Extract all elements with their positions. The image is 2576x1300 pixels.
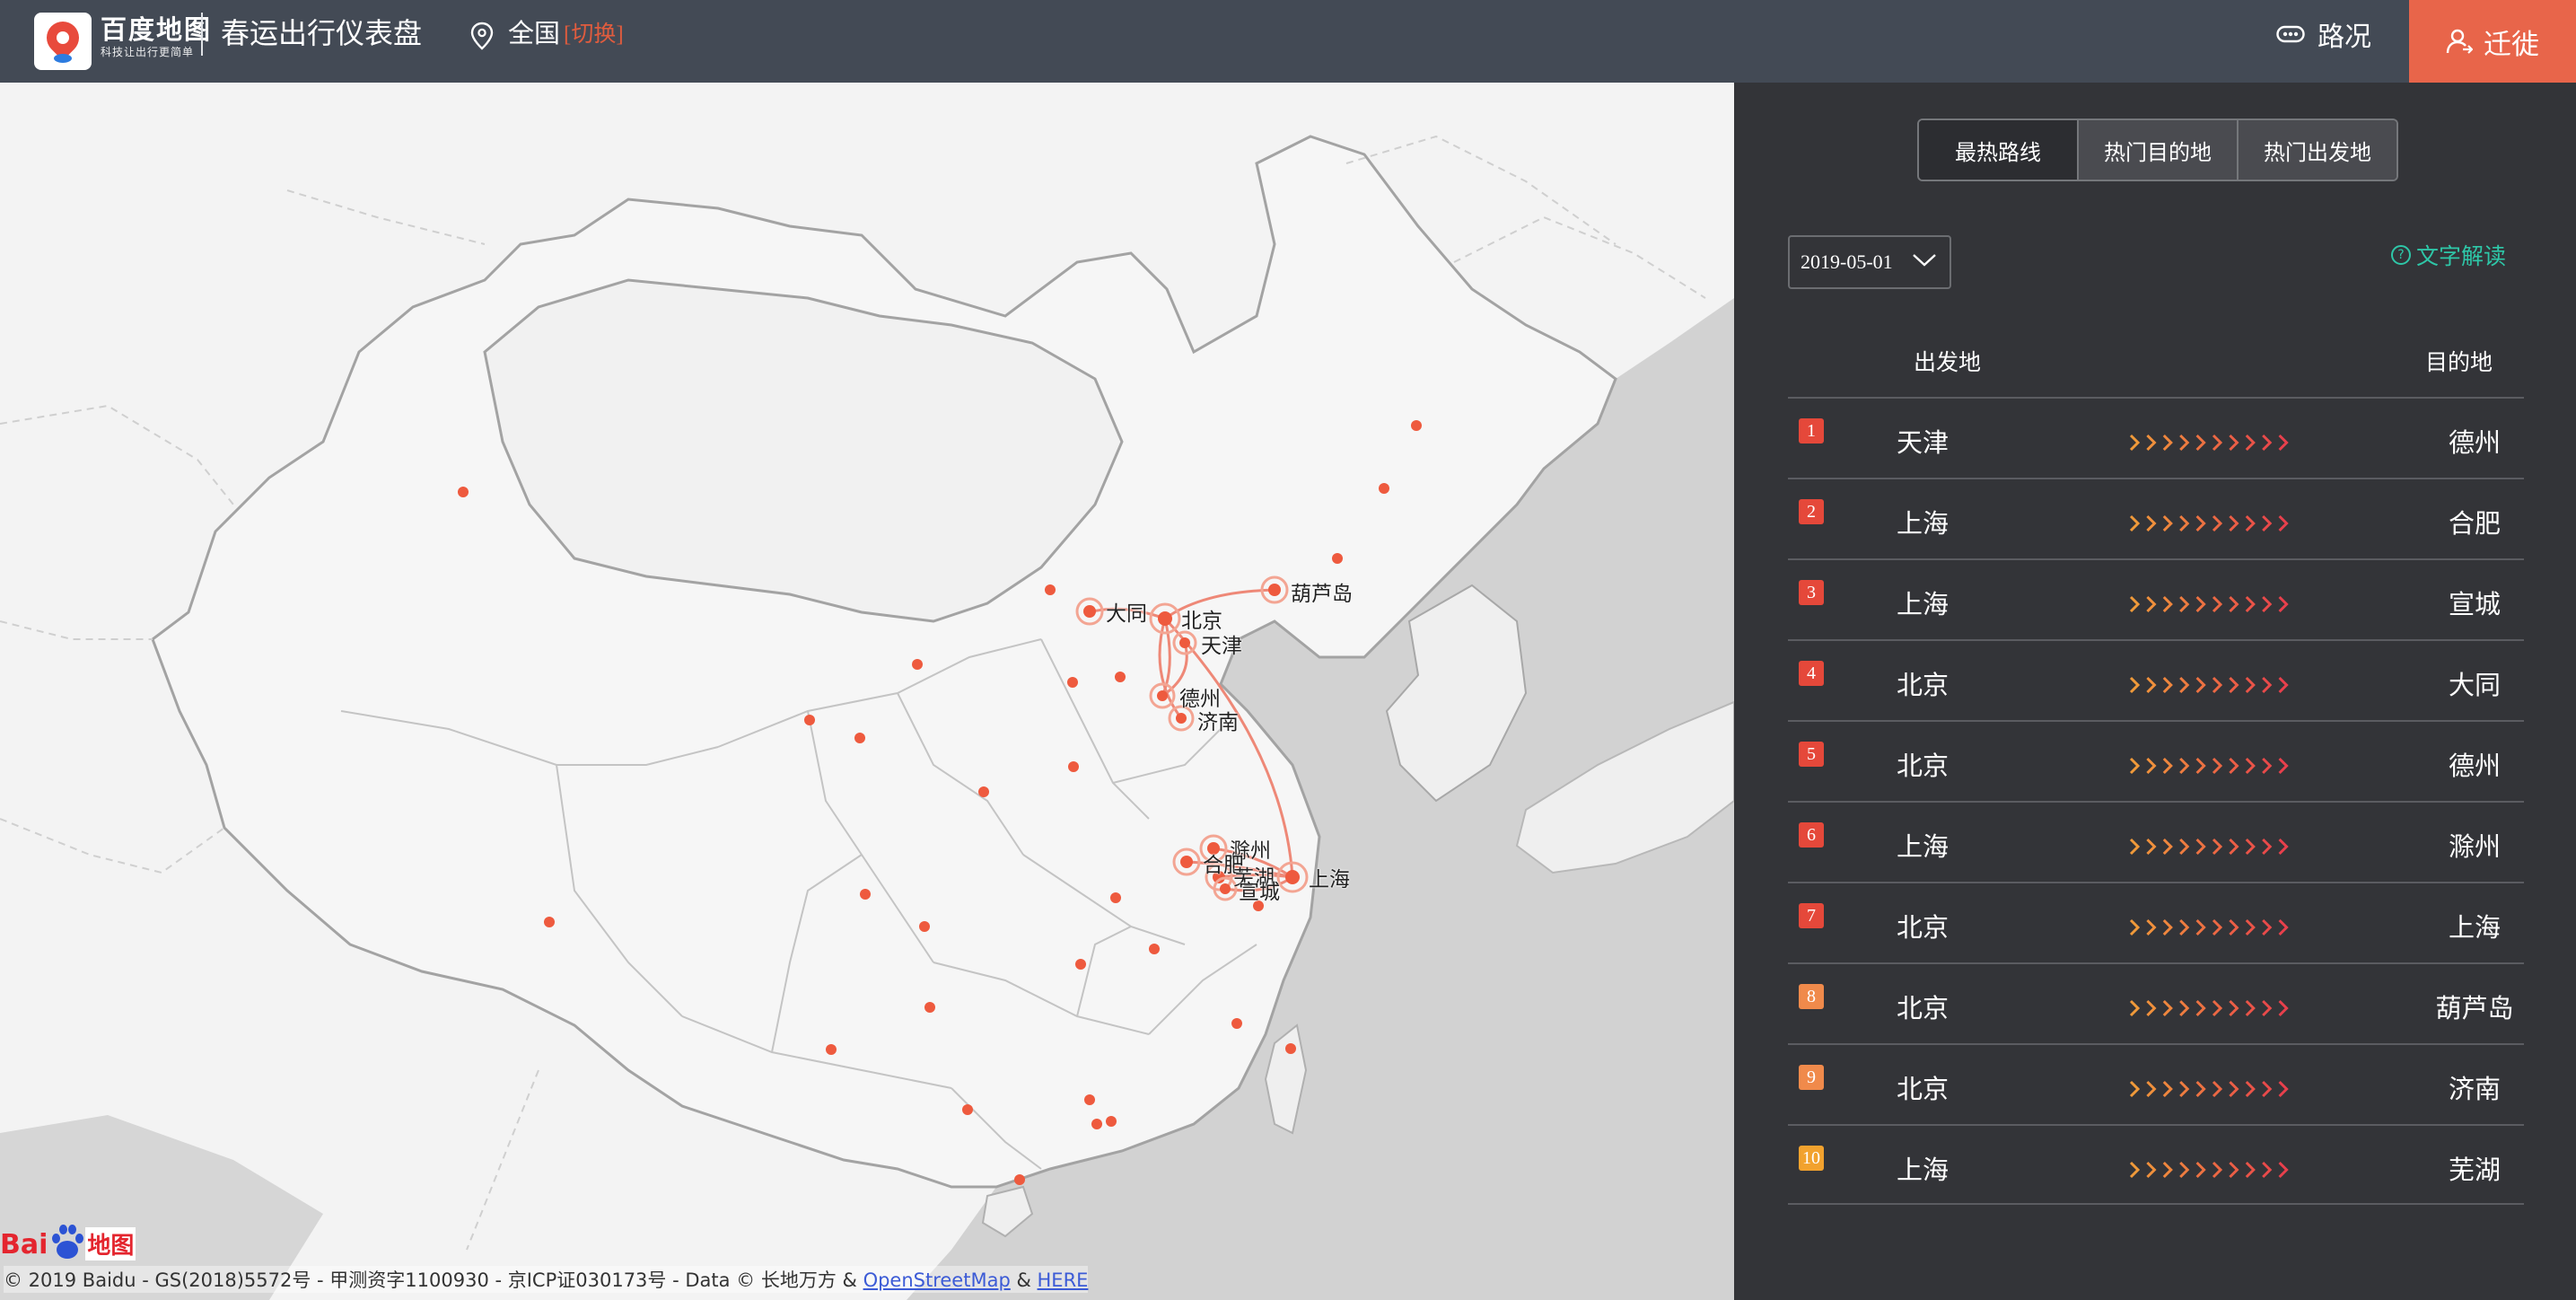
baidu-map-logo[interactable] [34,13,92,70]
rank-badge: 10 [1799,1146,1824,1171]
label-xuancheng: 宣城 [1239,881,1280,904]
migration-button[interactable]: 迁徙 [2409,0,2576,83]
rank-badge: 5 [1799,742,1824,767]
baidu-logo-map-text: 地图 [85,1227,136,1260]
route-row[interactable]: 6 上海 滁州 [1788,801,2524,882]
route-origin: 天津 [1896,429,1949,458]
page-title: 春运出行仪表盘 [221,17,423,49]
rank-badge: 1 [1799,418,1824,444]
map-copyright: © 2019 Baidu - GS(2018)5572号 - 甲测资字11009… [4,1266,1089,1293]
rank-badge: 6 [1799,822,1824,848]
text-explain-link[interactable]: ? 文字解读 [2391,239,2506,271]
date-dropdown[interactable]: 2019-05-01 [1788,235,1951,289]
route-destination: 芜湖 [2448,1156,2501,1185]
brand-name: 百度地图 [101,14,213,45]
route-origin: 北京 [1896,995,1949,1023]
rank-badge: 7 [1799,903,1824,928]
route-arrows-icon [2129,838,2289,856]
user-icon [2446,29,2473,54]
route-arrows-icon [2129,595,2289,613]
text-explain-label: 文字解读 [2416,245,2507,269]
route-arrows-icon [2129,514,2289,532]
amp-text: & [1010,1269,1038,1291]
brand-slogan: 科技让出行更简单 [101,46,195,58]
rank-badge: 8 [1799,984,1824,1009]
here-link[interactable]: HERE [1038,1269,1089,1291]
route-origin: 北京 [1896,1076,1949,1104]
copyright-text: © 2019 Baidu - GS(2018)5572号 - 甲测资字11009… [4,1269,863,1291]
route-row[interactable]: 10 上海 芜湖 [1788,1124,2524,1205]
baidu-map-watermark[interactable]: Bai 地图 [0,1216,136,1260]
pin-dot [57,31,69,44]
route-arrows-icon [2129,434,2289,452]
top-bar: 百度地图 科技让出行更简单 春运出行仪表盘 全国 [切换] 路况 迁徙 [0,0,2576,83]
label-shanghai: 上海 [1309,868,1350,892]
migration-map[interactable]: 大同 北京 天津 葫芦岛 德州 济南 滁州 合肥 芜湖 宣城 上海 Bai 地图… [0,83,1734,1300]
route-destination: 合肥 [2448,510,2501,539]
brand: 百度地图 科技让出行更简单 [101,14,212,59]
route-arrows-icon [2129,999,2289,1017]
route-arrows-icon [2129,1080,2289,1098]
pin-base [54,54,72,63]
route-arrows-icon [2129,1161,2289,1179]
route-row[interactable]: 4 北京 大同 [1788,639,2524,720]
rank-badge: 2 [1799,499,1824,524]
col-header-from: 出发地 [1914,351,1982,375]
osm-link[interactable]: OpenStreetMap [863,1269,1011,1291]
route-origin: 上海 [1896,833,1949,862]
route-row[interactable]: 1 天津 德州 [1788,397,2524,478]
route-row[interactable]: 3 上海 宣城 [1788,558,2524,639]
route-row[interactable]: 7 北京 上海 [1788,882,2524,962]
date-value: 2019-05-01 [1801,250,1893,273]
label-jinan: 济南 [1197,711,1239,734]
chevron-down-icon [1913,254,1936,267]
rank-badge: 9 [1799,1065,1824,1090]
label-tianjin: 天津 [1201,635,1242,658]
location-pin-icon [470,22,494,50]
map-canvas [0,135,1734,1300]
col-header-to: 目的地 [2425,351,2493,375]
tab-hottest-routes[interactable]: 最热路线 [1919,120,2077,180]
route-arrows-icon [2129,918,2289,936]
header-divider [201,13,203,56]
route-row[interactable]: 2 上海 合肥 [1788,478,2524,558]
route-origin: 北京 [1896,914,1949,943]
label-huludao: 葫芦岛 [1291,583,1353,606]
route-row[interactable]: 9 北京 济南 [1788,1043,2524,1124]
route-destination: 济南 [2448,1076,2501,1104]
route-list: 1 天津 德州 2 上海 合肥 3 上海 宣城 4 北京 大同 5 北京 德州 6 上海 滁州 7 北京 上海 8 北京 葫芦… [1788,397,2524,1205]
traffic-icon [2276,25,2305,43]
route-origin: 北京 [1896,672,1949,700]
tab-hot-origins[interactable]: 热门出发地 [2237,120,2396,180]
traffic-label: 路况 [2318,22,2371,52]
baidu-paw-icon [48,1223,84,1260]
question-icon: ? [2391,245,2411,265]
baidu-logo-text: Bai [0,1229,48,1260]
route-origin: 上海 [1896,1156,1949,1185]
traffic-button[interactable]: 路况 [2276,14,2371,54]
rank-badge: 4 [1799,661,1824,686]
route-ranking-panel: 最热路线 热门目的地 热门出发地 2019-05-01 ? 文字解读 出发地 目… [1734,83,2576,1300]
label-datong: 大同 [1106,602,1147,626]
route-destination: 上海 [2448,914,2501,943]
rank-badge: 3 [1799,580,1824,605]
route-destination: 宣城 [2448,591,2501,619]
route-origin: 上海 [1896,510,1949,539]
route-destination: 滁州 [2448,833,2501,862]
route-origin: 北京 [1896,752,1949,781]
route-row[interactable]: 8 北京 葫芦岛 [1788,962,2524,1043]
route-arrows-icon [2129,676,2289,694]
route-row[interactable]: 5 北京 德州 [1788,720,2524,801]
route-destination: 大同 [2448,672,2501,700]
switch-region-link[interactable]: [切换] [564,20,624,50]
route-destination: 葫芦岛 [2435,995,2514,1023]
ranking-tabs: 最热路线 热门目的地 热门出发地 [1917,119,2398,181]
migration-label: 迁徙 [2484,28,2539,60]
route-destination: 德州 [2448,429,2501,458]
route-origin: 上海 [1896,591,1949,619]
route-arrows-icon [2129,757,2289,775]
current-region: 全国 [508,20,561,48]
tab-hot-destinations[interactable]: 热门目的地 [2077,120,2237,180]
route-destination: 德州 [2448,752,2501,781]
